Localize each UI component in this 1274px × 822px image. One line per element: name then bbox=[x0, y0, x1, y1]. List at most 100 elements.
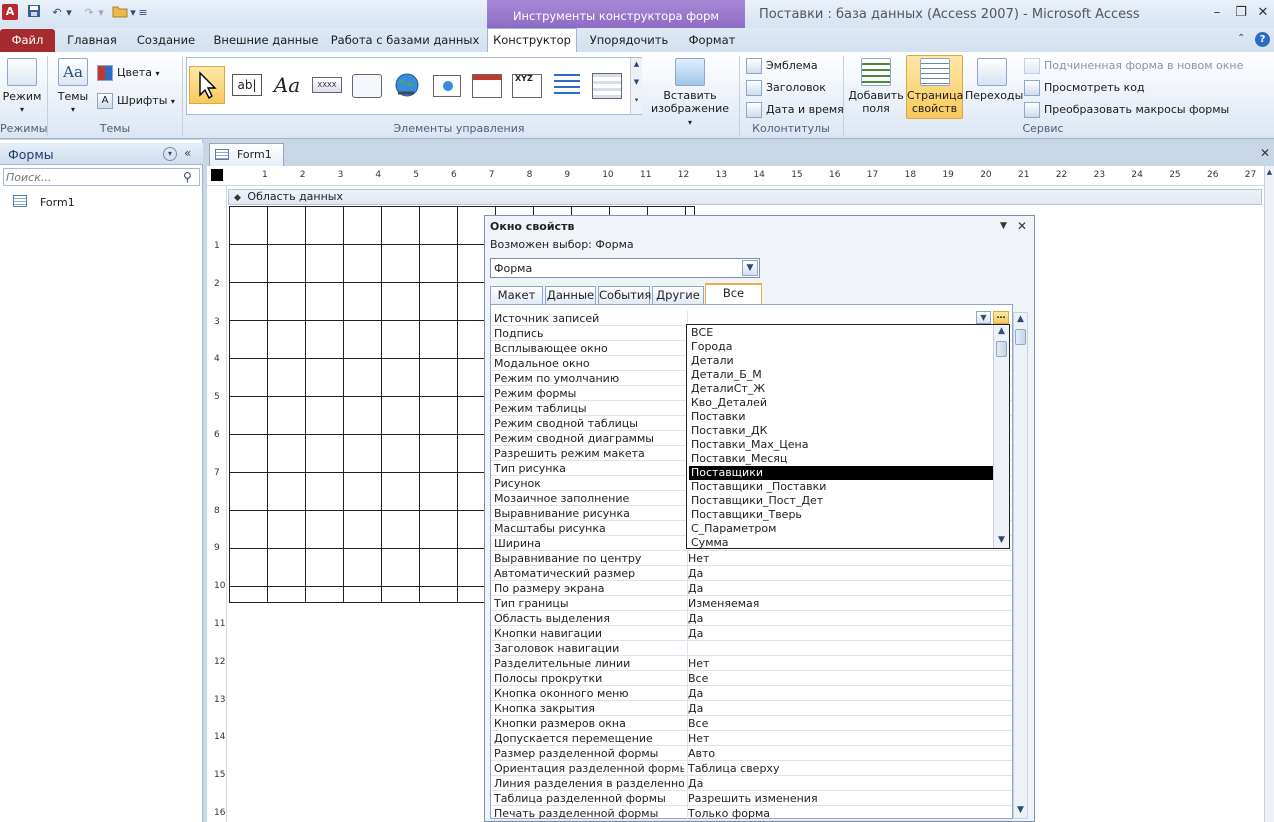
help-icon[interactable]: ? bbox=[1255, 32, 1270, 47]
convert-macros-button[interactable]: Преобразовать макросы формы bbox=[1024, 102, 1229, 118]
gallery-scroll[interactable]: ▲ ▼ ▾ bbox=[630, 58, 642, 114]
redo-dropdown-icon[interactable]: ▾ bbox=[96, 4, 106, 22]
restore-button[interactable]: ❐ bbox=[1230, 5, 1252, 23]
nav-item-form1[interactable]: Form1 bbox=[40, 196, 75, 209]
fonts-button[interactable]: A Шрифты ▾ bbox=[97, 93, 175, 109]
property-value[interactable]: Нет bbox=[687, 731, 1012, 746]
scroll-down-icon[interactable]: ▼ bbox=[994, 534, 1009, 548]
tab-arrange[interactable]: Упорядочить bbox=[584, 28, 674, 52]
subform-new-window-button[interactable]: Подчиненная форма в новом окне bbox=[1024, 58, 1243, 74]
property-value[interactable]: Все bbox=[687, 716, 1012, 731]
property-row[interactable]: Заголовок навигации bbox=[491, 641, 1012, 656]
property-row[interactable]: По размеру экрана Да bbox=[491, 581, 1012, 596]
open-dropdown-icon[interactable]: ▾ bbox=[128, 4, 138, 22]
tab-design[interactable]: Конструктор bbox=[487, 28, 577, 53]
property-value[interactable]: Да bbox=[687, 686, 1012, 701]
tab-data[interactable]: Данные bbox=[545, 286, 596, 304]
property-sheet-button[interactable]: Страница свойств bbox=[906, 55, 963, 119]
dropdown-option[interactable]: ДеталиСт_Ж bbox=[689, 382, 994, 396]
header-button[interactable]: Заголовок bbox=[746, 80, 826, 96]
nav-search-box[interactable] bbox=[3, 168, 200, 186]
tab-home[interactable]: Главная bbox=[60, 28, 124, 52]
view-code-button[interactable]: Просмотреть код bbox=[1024, 80, 1145, 96]
dropdown-option[interactable]: Поставщики_Пост_Дет bbox=[689, 494, 994, 508]
add-fields-button[interactable]: Добавить поля bbox=[848, 58, 904, 120]
web-browser-control-icon[interactable] bbox=[429, 66, 465, 104]
insert-page-break-icon[interactable] bbox=[549, 66, 585, 104]
access-app-icon[interactable]: A bbox=[2, 4, 18, 20]
scroll-up-icon[interactable]: ▲ bbox=[1014, 313, 1027, 327]
dropdown-option[interactable]: Кво_Деталей bbox=[689, 396, 994, 410]
button-control-icon[interactable]: XXXX bbox=[309, 66, 345, 104]
dropdown-option[interactable]: С_Параметром bbox=[689, 522, 994, 536]
tab-control-icon[interactable] bbox=[349, 66, 385, 104]
colors-button[interactable]: Цвета ▾ bbox=[97, 65, 159, 81]
dropdown-option[interactable]: Поставщики _Поставки bbox=[689, 480, 994, 494]
nav-dropdown-icon[interactable]: ▾ bbox=[163, 147, 177, 161]
scroll-thumb[interactable] bbox=[996, 341, 1007, 357]
dropdown-option[interactable]: Детали_Б_М bbox=[689, 368, 994, 382]
tab-layout[interactable]: Макет bbox=[490, 286, 543, 304]
property-value[interactable]: Только форма bbox=[687, 806, 1012, 821]
scroll-up-icon[interactable]: ▲ bbox=[994, 325, 1009, 339]
property-row[interactable]: Автоматический размер Да bbox=[491, 566, 1012, 581]
nav-pane-title[interactable]: Формы bbox=[8, 147, 54, 162]
gallery-more-icon[interactable]: ▾ bbox=[631, 94, 642, 108]
form-selector[interactable] bbox=[211, 169, 223, 181]
tab-create[interactable]: Создание bbox=[130, 28, 202, 52]
collapse-nav-icon[interactable]: « bbox=[184, 146, 191, 160]
property-value[interactable]: Да bbox=[687, 581, 1012, 596]
property-row[interactable]: Выравнивание по центру Нет bbox=[491, 551, 1012, 566]
tab-order-button[interactable]: Переходы bbox=[965, 58, 1023, 120]
property-row[interactable]: Кнопка оконного меню Да bbox=[491, 686, 1012, 701]
dropdown-option[interactable]: ВСЕ bbox=[689, 326, 994, 340]
option-group-icon[interactable]: XYZ bbox=[509, 66, 545, 104]
tab-external-data[interactable]: Внешние данные bbox=[210, 28, 322, 52]
emblem-button[interactable]: Эмблема bbox=[746, 58, 818, 74]
record-source-dropdown-icon[interactable]: ▼ bbox=[976, 311, 991, 324]
dropdown-option[interactable]: Города bbox=[689, 340, 994, 354]
search-icon[interactable]: ⚲ bbox=[183, 170, 192, 184]
save-icon[interactable] bbox=[25, 4, 43, 22]
section-bar-detail[interactable]: ◆ Область данных bbox=[228, 189, 1262, 205]
tab-file[interactable]: Файл bbox=[0, 29, 55, 52]
property-value[interactable]: Изменяемая bbox=[687, 596, 1012, 611]
property-value[interactable]: Авто bbox=[687, 746, 1012, 761]
property-row[interactable]: Таблица разделенной формы Разрешить измен… bbox=[491, 791, 1012, 806]
chevron-down-icon[interactable]: ▼ bbox=[742, 260, 758, 276]
close-window-button[interactable]: ✕ bbox=[1252, 5, 1274, 23]
close-document-icon[interactable]: ✕ bbox=[1260, 146, 1270, 160]
themes-button[interactable]: Aa Темы ▾ bbox=[54, 58, 92, 120]
property-row[interactable]: Ориентация разделенной формы Таблица свер… bbox=[491, 761, 1012, 776]
panel-options-icon[interactable]: ▼ bbox=[1000, 221, 1007, 231]
navigation-control-icon[interactable] bbox=[469, 66, 505, 104]
property-value[interactable]: Да bbox=[687, 566, 1012, 581]
scroll-thumb[interactable] bbox=[1015, 329, 1026, 345]
dropdown-option[interactable]: Поставки_Max_Цена bbox=[689, 438, 994, 452]
dropdown-option[interactable]: Поставщики_Тверь bbox=[689, 508, 994, 522]
property-value[interactable]: Все bbox=[687, 671, 1012, 686]
property-row[interactable]: Линия разделения в разделенной формеДа bbox=[491, 776, 1012, 791]
hyperlink-globe-icon[interactable] bbox=[389, 66, 425, 104]
property-row[interactable]: Печать разделенной формы Только форма bbox=[491, 806, 1012, 821]
tab-database-tools[interactable]: Работа с базами данных bbox=[330, 28, 480, 52]
dropdown-option[interactable]: Детали bbox=[689, 354, 994, 368]
open-folder-icon[interactable] bbox=[111, 4, 129, 22]
close-panel-icon[interactable]: ✕ bbox=[1017, 219, 1027, 233]
property-value[interactable] bbox=[687, 641, 1012, 656]
dropdown-option[interactable]: Поставки_Месяц bbox=[689, 452, 994, 466]
property-value[interactable]: Таблица сверху bbox=[687, 761, 1012, 776]
property-value[interactable]: Разрешить изменения bbox=[687, 791, 1012, 806]
select-pointer-icon[interactable] bbox=[189, 66, 225, 104]
property-row[interactable]: Разделительные линии Нет bbox=[491, 656, 1012, 671]
dropdown-option[interactable]: Поставки_ДК bbox=[689, 424, 994, 438]
property-value[interactable]: Да bbox=[687, 776, 1012, 791]
dropdown-option[interactable]: Поставщики bbox=[689, 466, 994, 480]
datetime-button[interactable]: Дата и время bbox=[746, 102, 844, 118]
insert-image-button[interactable]: Вставить изображение ▾ bbox=[648, 58, 732, 127]
property-row[interactable]: Размер разделенной формы Авто bbox=[491, 746, 1012, 761]
tab-other[interactable]: Другие bbox=[652, 286, 704, 304]
minimize-button[interactable]: – bbox=[1206, 5, 1228, 23]
customize-qat-icon[interactable]: ≡ bbox=[138, 4, 148, 22]
property-row[interactable]: Кнопка закрытия Да bbox=[491, 701, 1012, 716]
